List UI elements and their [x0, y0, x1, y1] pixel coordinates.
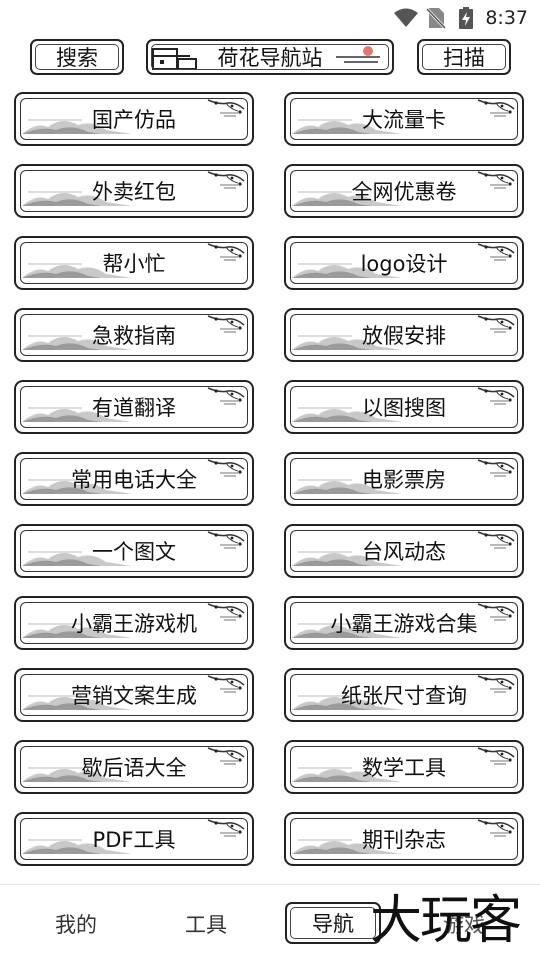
- branch-decoration-icon: [476, 385, 516, 412]
- nav-card-label: 国产仿品: [92, 108, 176, 132]
- nav-card[interactable]: 急救指南: [14, 308, 254, 362]
- branch-decoration-icon: [206, 97, 246, 124]
- branch-decoration-icon: [476, 313, 516, 340]
- nav-card[interactable]: 全网优惠卷: [284, 164, 524, 218]
- nav-card-label: 小霸王游戏机: [71, 612, 197, 636]
- branch-decoration-icon: [206, 169, 246, 196]
- branch-decoration-icon: [476, 745, 516, 772]
- branch-decoration-icon: [476, 817, 516, 844]
- branch-decoration-icon: [206, 241, 246, 268]
- nav-card-label: 常用电话大全: [71, 468, 197, 492]
- nav-card-label: 有道翻译: [92, 396, 176, 420]
- branch-decoration-icon: [476, 97, 516, 124]
- nav-card-label: 以图搜图: [362, 396, 446, 420]
- status-bar: 8:37: [0, 0, 540, 36]
- page-title: 荷花导航站: [217, 46, 323, 70]
- watermark-logo: 大玩客: [370, 891, 522, 951]
- branch-decoration-icon: [476, 673, 516, 700]
- nav-card[interactable]: 台风动态: [284, 524, 524, 578]
- search-button[interactable]: 搜索: [30, 39, 124, 75]
- nav-card[interactable]: 以图搜图: [284, 380, 524, 434]
- nav-card-label: 电影票房: [362, 468, 446, 492]
- site-title-banner: 荷花导航站: [146, 39, 394, 75]
- nav-tab-navigation[interactable]: 导航: [285, 902, 381, 944]
- nav-card[interactable]: logo设计: [284, 236, 524, 290]
- nav-tab-tools[interactable]: 工具: [174, 906, 238, 942]
- nav-card-label: 营销文案生成: [71, 684, 197, 708]
- branch-decoration-icon: [476, 601, 516, 628]
- nav-card-label: logo设计: [360, 252, 448, 276]
- nav-card-label: 小霸王游戏合集: [330, 612, 478, 636]
- clock: 8:37: [485, 7, 528, 29]
- house-decoration-icon: [152, 48, 197, 70]
- nav-card-label: 歇后语大全: [81, 756, 187, 780]
- sun-decoration-icon: [336, 46, 380, 63]
- nav-card-label: 一个图文: [92, 540, 176, 564]
- branch-decoration-icon: [206, 457, 246, 484]
- branch-decoration-icon: [476, 529, 516, 556]
- branch-decoration-icon: [476, 241, 516, 268]
- nav-tab-mine-label: 我的: [55, 913, 97, 937]
- branch-decoration-icon: [206, 529, 246, 556]
- nav-card-label: 台风动态: [362, 540, 446, 564]
- nav-card[interactable]: 电影票房: [284, 452, 524, 506]
- nav-card[interactable]: 外卖红包: [14, 164, 254, 218]
- branch-decoration-icon: [476, 457, 516, 484]
- nav-card[interactable]: 营销文案生成: [14, 668, 254, 722]
- nav-card[interactable]: 一个图文: [14, 524, 254, 578]
- branch-decoration-icon: [206, 313, 246, 340]
- nav-card[interactable]: 小霸王游戏合集: [284, 596, 524, 650]
- nav-card[interactable]: 有道翻译: [14, 380, 254, 434]
- nav-card[interactable]: PDF工具: [14, 812, 254, 866]
- nav-card-label: 期刊杂志: [362, 828, 446, 852]
- branch-decoration-icon: [206, 601, 246, 628]
- nav-card[interactable]: 数学工具: [284, 740, 524, 794]
- scan-button-label: 扫描: [443, 46, 485, 70]
- nav-card-label: 大流量卡: [362, 108, 446, 132]
- nav-card[interactable]: 期刊杂志: [284, 812, 524, 866]
- branch-decoration-icon: [206, 817, 246, 844]
- nav-card-label: PDF工具: [92, 828, 176, 852]
- nav-card[interactable]: 大流量卡: [284, 92, 524, 146]
- branch-decoration-icon: [206, 745, 246, 772]
- nav-card-label: 急救指南: [92, 324, 176, 348]
- nav-tab-navigation-label: 导航: [312, 912, 354, 936]
- battery-charging-icon: [459, 7, 473, 29]
- nav-card[interactable]: 小霸王游戏机: [14, 596, 254, 650]
- search-button-label: 搜索: [56, 46, 98, 70]
- nav-card[interactable]: 纸张尺寸查询: [284, 668, 524, 722]
- scan-button[interactable]: 扫描: [417, 39, 511, 75]
- nav-card-label: 纸张尺寸查询: [341, 684, 467, 708]
- nav-card[interactable]: 帮小忙: [14, 236, 254, 290]
- nav-tab-tools-label: 工具: [185, 913, 227, 937]
- branch-decoration-icon: [476, 169, 516, 196]
- nav-card[interactable]: 放假安排: [284, 308, 524, 362]
- nav-card[interactable]: 常用电话大全: [14, 452, 254, 506]
- nav-card-label: 数学工具: [362, 756, 446, 780]
- wifi-icon: [394, 8, 418, 27]
- nav-tab-mine[interactable]: 我的: [44, 906, 108, 942]
- branch-decoration-icon: [206, 673, 246, 700]
- branch-decoration-icon: [206, 385, 246, 412]
- nav-card[interactable]: 歇后语大全: [14, 740, 254, 794]
- nav-card[interactable]: 国产仿品: [14, 92, 254, 146]
- nav-card-label: 放假安排: [362, 324, 446, 348]
- nav-card-label: 帮小忙: [102, 252, 166, 276]
- nav-card-label: 全网优惠卷: [351, 180, 457, 204]
- nav-card-label: 外卖红包: [92, 180, 176, 204]
- nav-card-grid: 国产仿品 大流量卡外卖红包 全网优惠卷帮小忙 logo设计急救指南 放假安排有道翻译 以图…: [0, 88, 540, 883]
- no-sim-icon: [426, 7, 446, 30]
